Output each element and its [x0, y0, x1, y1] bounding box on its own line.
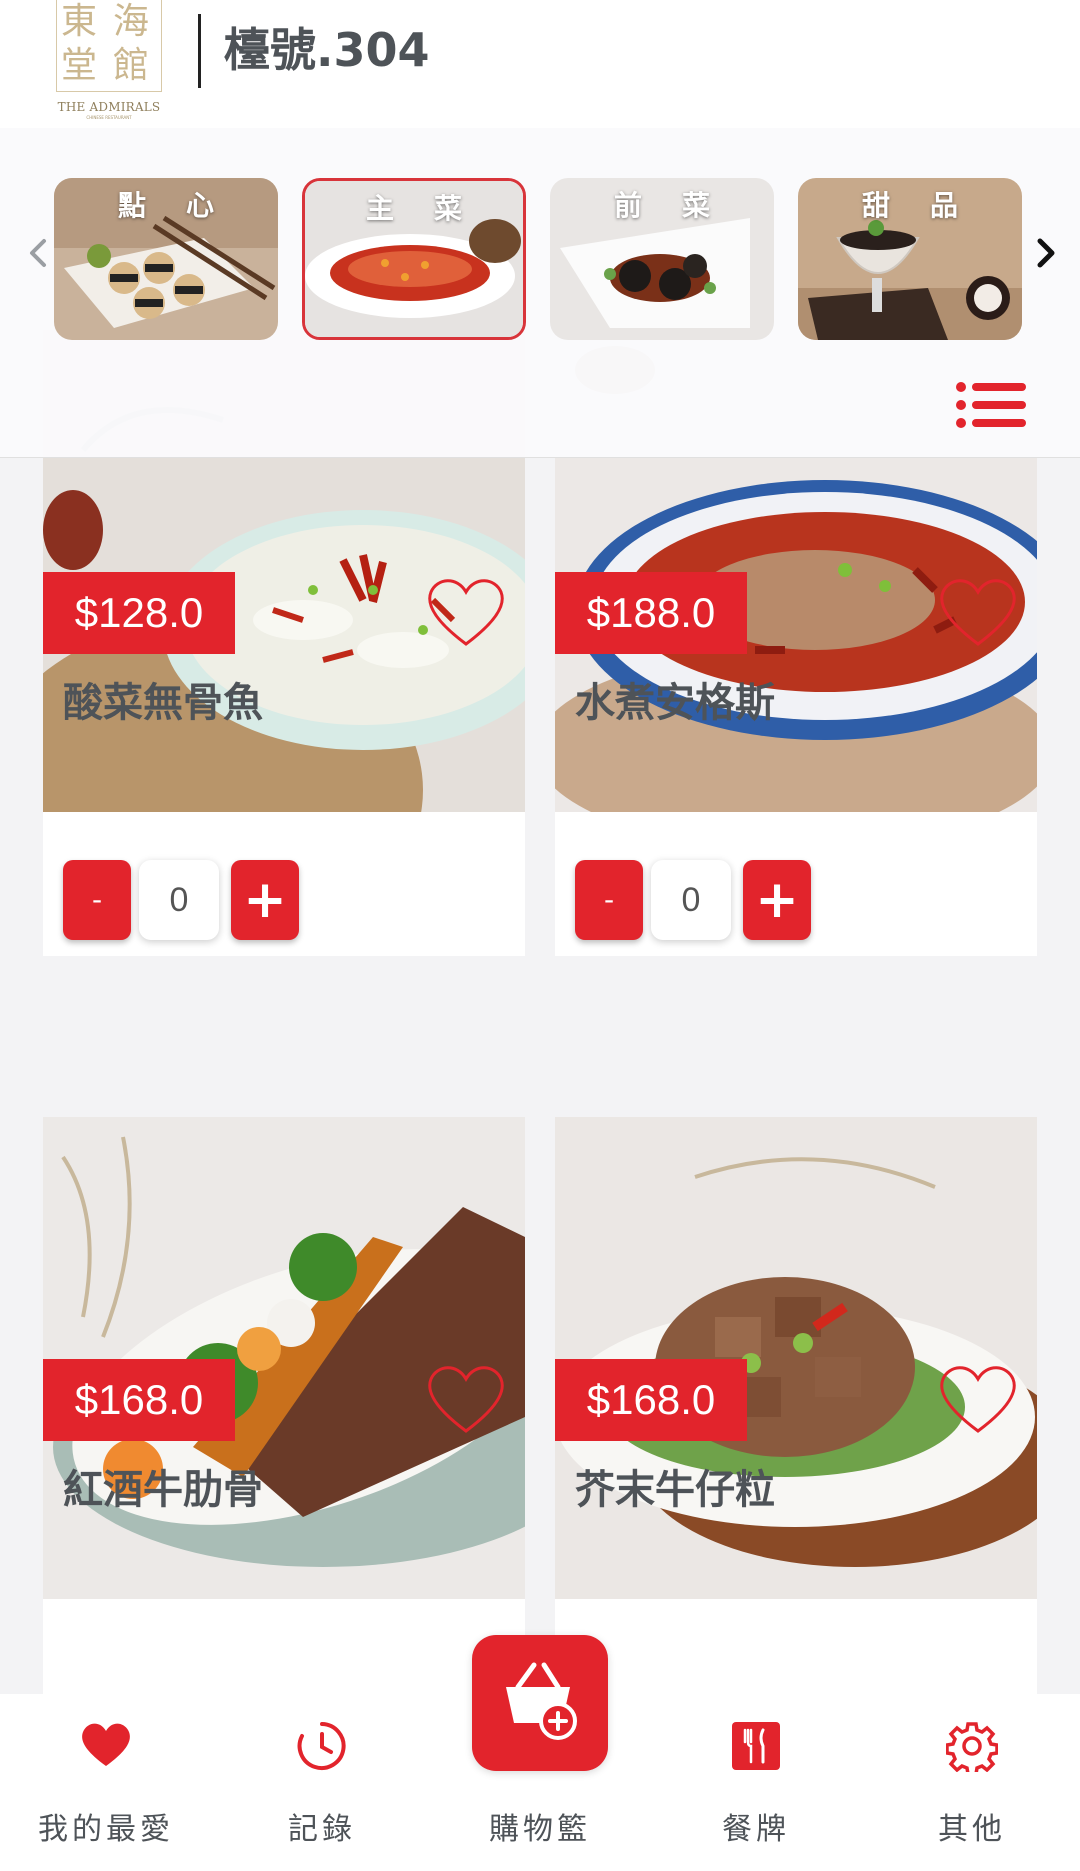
dish-name: 芥末牛仔粒 [575, 1467, 775, 1513]
heart-outline-icon[interactable] [935, 572, 1021, 650]
logo-glyph: 海 [113, 1, 150, 42]
category-label: 甜品 [861, 189, 998, 222]
logo-glyph: 東 [61, 1, 98, 42]
chevron-right-icon[interactable] [1026, 233, 1066, 273]
category-main-course[interactable]: 主菜 [302, 178, 526, 340]
price-tag: $168.0 [555, 1359, 747, 1441]
heart-outline-icon[interactable] [423, 572, 509, 650]
cart-button[interactable] [472, 1635, 608, 1771]
quantity-field[interactable]: 0 [651, 860, 731, 940]
clock-icon [297, 1722, 346, 1770]
increase-qty-button[interactable]: + [743, 860, 811, 940]
logo-name: THE ADMIRALS [57, 100, 161, 114]
decrease-qty-button[interactable]: - [63, 860, 131, 940]
header-divider [198, 14, 201, 88]
heart-outline-icon[interactable] [935, 1359, 1021, 1437]
increase-qty-button[interactable]: + [231, 860, 299, 940]
dish-name: 酸菜無骨魚 [63, 680, 263, 726]
category-bar: 點心 主菜 前菜 甜品 [0, 128, 1080, 458]
nav-menu[interactable]: 餐牌 [656, 1694, 856, 1864]
basket-plus-icon [506, 1662, 577, 1740]
dish-photo [43, 1117, 525, 1599]
nav-label: 餐牌 [722, 1812, 790, 1847]
heart-icon [82, 1723, 130, 1766]
dish-card[interactable]: $168.0 芥末牛仔粒 [555, 1117, 1037, 1743]
dish-name: 紅酒牛肋骨 [63, 1467, 263, 1513]
price-tag: $128.0 [43, 572, 235, 654]
nav-label: 其他 [938, 1812, 1006, 1847]
price-tag: $168.0 [43, 1359, 235, 1441]
dish-card[interactable]: $168.0 紅酒牛肋骨 [43, 1117, 525, 1743]
cutlery-icon [732, 1722, 780, 1770]
nav-label: 我的最愛 [38, 1812, 174, 1847]
category-label: 主菜 [365, 192, 502, 225]
nav-other[interactable]: 其他 [872, 1694, 1072, 1864]
logo-mark: 東 海 堂 館 [56, 0, 162, 92]
nav-history[interactable]: 記錄 [222, 1694, 422, 1864]
nav-label: 記錄 [288, 1812, 356, 1847]
dish-name: 水煮安格斯 [575, 680, 775, 726]
nav-favorites[interactable]: 我的最愛 [6, 1694, 206, 1864]
quantity-field[interactable]: 0 [139, 860, 219, 940]
app-header: 東 海 堂 館 THE ADMIRALS CHINESE RESTAURANT … [0, 0, 1080, 128]
category-label: 點心 [117, 189, 254, 222]
dish-photo [555, 1117, 1037, 1599]
list-icon[interactable] [954, 380, 1028, 430]
heart-outline-icon[interactable] [423, 1359, 509, 1437]
category-dim-sum[interactable]: 點心 [54, 178, 278, 340]
restaurant-logo: 東 海 堂 館 THE ADMIRALS CHINESE RESTAURANT [54, 0, 164, 122]
category-label: 前菜 [613, 189, 750, 222]
logo-glyph: 堂 [61, 45, 98, 86]
decrease-qty-button[interactable]: - [575, 860, 643, 940]
chevron-left-icon[interactable] [18, 233, 58, 273]
table-number: 檯號.304 [224, 23, 430, 77]
price-tag: $188.0 [555, 572, 747, 654]
category-dessert[interactable]: 甜品 [798, 178, 1022, 340]
logo-subtitle: CHINESE RESTAURANT [86, 115, 132, 120]
logo-glyph: 館 [113, 45, 150, 86]
nav-label: 購物籃 [489, 1812, 591, 1847]
gear-icon [946, 1722, 998, 1772]
category-appetizer[interactable]: 前菜 [550, 178, 774, 340]
